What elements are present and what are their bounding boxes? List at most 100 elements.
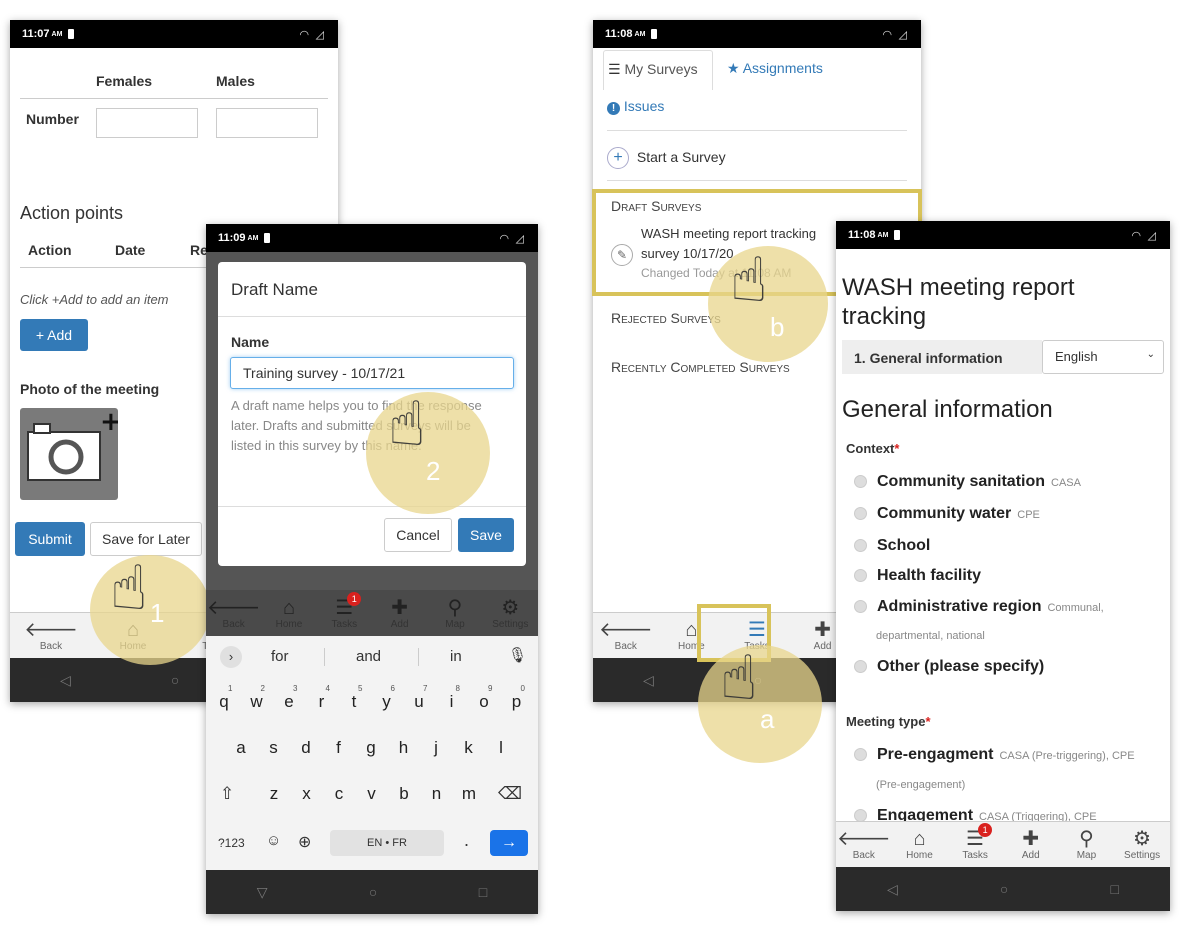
chevron-right-icon[interactable]: › [220, 646, 242, 668]
system-recents-icon[interactable]: □ [1110, 881, 1118, 897]
system-home-icon[interactable]: ○ [369, 884, 377, 900]
system-recents-icon[interactable]: □ [479, 884, 487, 900]
key[interactable]: q [210, 692, 238, 712]
key[interactable]: t [340, 692, 368, 712]
nav-back[interactable]: 🡐 Back [207, 597, 261, 630]
key[interactable]: k [455, 738, 483, 758]
key[interactable]: y [373, 692, 401, 712]
system-back-icon[interactable]: ◁ [643, 672, 654, 689]
radio-button[interactable] [854, 507, 867, 521]
nav-back[interactable]: 🡐 Back [599, 619, 653, 652]
system-back-icon[interactable]: ◁ [887, 881, 898, 898]
phone-screen-2: 11:09 AM ◠ ◿ Draft Name Name A draft nam… [206, 224, 538, 914]
key[interactable]: i [438, 692, 466, 712]
symbols-key[interactable]: ?123 [218, 836, 245, 850]
suggestion[interactable]: for [271, 648, 289, 665]
system-home-icon[interactable]: ○ [1000, 881, 1008, 897]
system-back-icon[interactable]: ◁ [60, 672, 71, 689]
radio-option[interactable]: Community water CPE [854, 505, 1040, 523]
key[interactable]: f [325, 738, 353, 758]
radio-option[interactable]: Other (please specify) [854, 658, 1050, 676]
radio-option[interactable]: Administrative region Communal, [854, 598, 1104, 616]
enter-key[interactable]: → [490, 830, 528, 856]
globe-icon[interactable]: ⊕ [298, 832, 311, 852]
key[interactable]: g [357, 738, 385, 758]
key[interactable]: v [358, 784, 386, 804]
nav-add[interactable]: ✚Add [1009, 828, 1053, 861]
key[interactable]: o [470, 692, 498, 712]
radio-option[interactable]: Health facility [854, 567, 987, 585]
key[interactable]: l [487, 738, 515, 758]
radio-button[interactable] [854, 475, 867, 489]
arrow-left-icon: 🡐 [598, 619, 653, 641]
radio-option[interactable]: Pre-engagment CASA (Pre-triggering), CPE [854, 746, 1135, 764]
camera-button[interactable]: + [20, 407, 122, 500]
males-number-input[interactable] [216, 108, 318, 138]
system-back-icon[interactable]: ▽ [257, 884, 268, 901]
microphone-icon[interactable]: 🎙 [508, 646, 527, 664]
radio-button[interactable] [854, 748, 867, 762]
radio-button[interactable] [854, 569, 867, 583]
nav-tasks[interactable]: ☰ 1 Tasks [322, 591, 366, 630]
period-key[interactable]: . [464, 830, 469, 851]
key[interactable]: j [422, 738, 450, 758]
key[interactable]: s [260, 738, 288, 758]
nav-home[interactable]: ⌂Home [267, 597, 311, 630]
suggestion[interactable]: and [356, 648, 381, 665]
nav-add[interactable]: ✚Add [378, 597, 422, 630]
key[interactable]: h [390, 738, 418, 758]
cancel-button[interactable]: Cancel [384, 518, 452, 552]
start-survey-button[interactable]: + Start a Survey [607, 138, 907, 176]
system-home-icon[interactable]: ○ [171, 672, 179, 688]
nav-settings[interactable]: ⚙ Settings [488, 597, 532, 630]
nav-back[interactable]: 🡐 Back [24, 619, 78, 652]
tab-assignments[interactable]: ★ Assignments [727, 60, 823, 77]
key-row-2: asdfghjkl [206, 736, 538, 766]
key[interactable]: n [423, 784, 451, 804]
nav-map[interactable]: ⚲Map [1064, 828, 1108, 861]
key[interactable]: e [275, 692, 303, 712]
females-number-input[interactable] [96, 108, 198, 138]
system-nav-bar: ▽ ○ □ [206, 870, 538, 914]
space-key[interactable]: EN • FR [330, 830, 444, 856]
nav-back[interactable]: 🡐 Back [837, 828, 891, 861]
plus-circle-icon: + [607, 147, 629, 169]
draft-name-input[interactable] [230, 357, 514, 389]
key[interactable]: p [503, 692, 531, 712]
tab-issues[interactable]: ! Issues [607, 98, 664, 115]
radio-option[interactable]: School [854, 537, 936, 555]
radio-button[interactable] [854, 660, 867, 674]
shift-key-icon[interactable]: ⇧ [220, 784, 234, 804]
map-pin-icon: ⚲ [447, 596, 463, 619]
submit-button[interactable]: Submit [15, 522, 85, 556]
language-select[interactable]: English ⌄ [1042, 340, 1164, 374]
key[interactable]: d [292, 738, 320, 758]
nav-tasks[interactable]: ☰ 1 Tasks [953, 823, 997, 861]
key[interactable]: x [293, 784, 321, 804]
radio-button[interactable] [854, 600, 867, 614]
nav-home[interactable]: ⌂Home [897, 828, 941, 861]
section-select[interactable]: 1. General information [842, 340, 1042, 374]
nav-map[interactable]: ⚲Map [433, 597, 477, 630]
radio-option[interactable]: Community sanitation CASA [854, 473, 1081, 491]
key[interactable]: u [405, 692, 433, 712]
context-label: Context* [846, 441, 900, 456]
status-bar: 11:08 AM ◠ ◿ [836, 221, 1170, 249]
save-for-later-button[interactable]: Save for Later [90, 522, 202, 556]
add-button[interactable]: + Add [20, 319, 88, 351]
key[interactable]: w [243, 692, 271, 712]
key[interactable]: b [390, 784, 418, 804]
key[interactable]: c [325, 784, 353, 804]
key[interactable]: m [455, 784, 483, 804]
tab-my-surveys[interactable]: ☰ My Surveys [603, 50, 713, 90]
suggestion[interactable]: in [450, 648, 462, 665]
key[interactable]: r [308, 692, 336, 712]
backspace-key-icon[interactable]: ⌫ [498, 784, 522, 804]
emoji-key-icon[interactable]: ☺ [266, 832, 281, 849]
key[interactable]: a [227, 738, 255, 758]
key[interactable]: z [260, 784, 288, 804]
nav-settings[interactable]: ⚙ Settings [1120, 828, 1164, 861]
pointer-hand-icon: ☝ [388, 390, 426, 459]
save-button[interactable]: Save [458, 518, 514, 552]
radio-button[interactable] [854, 539, 867, 553]
